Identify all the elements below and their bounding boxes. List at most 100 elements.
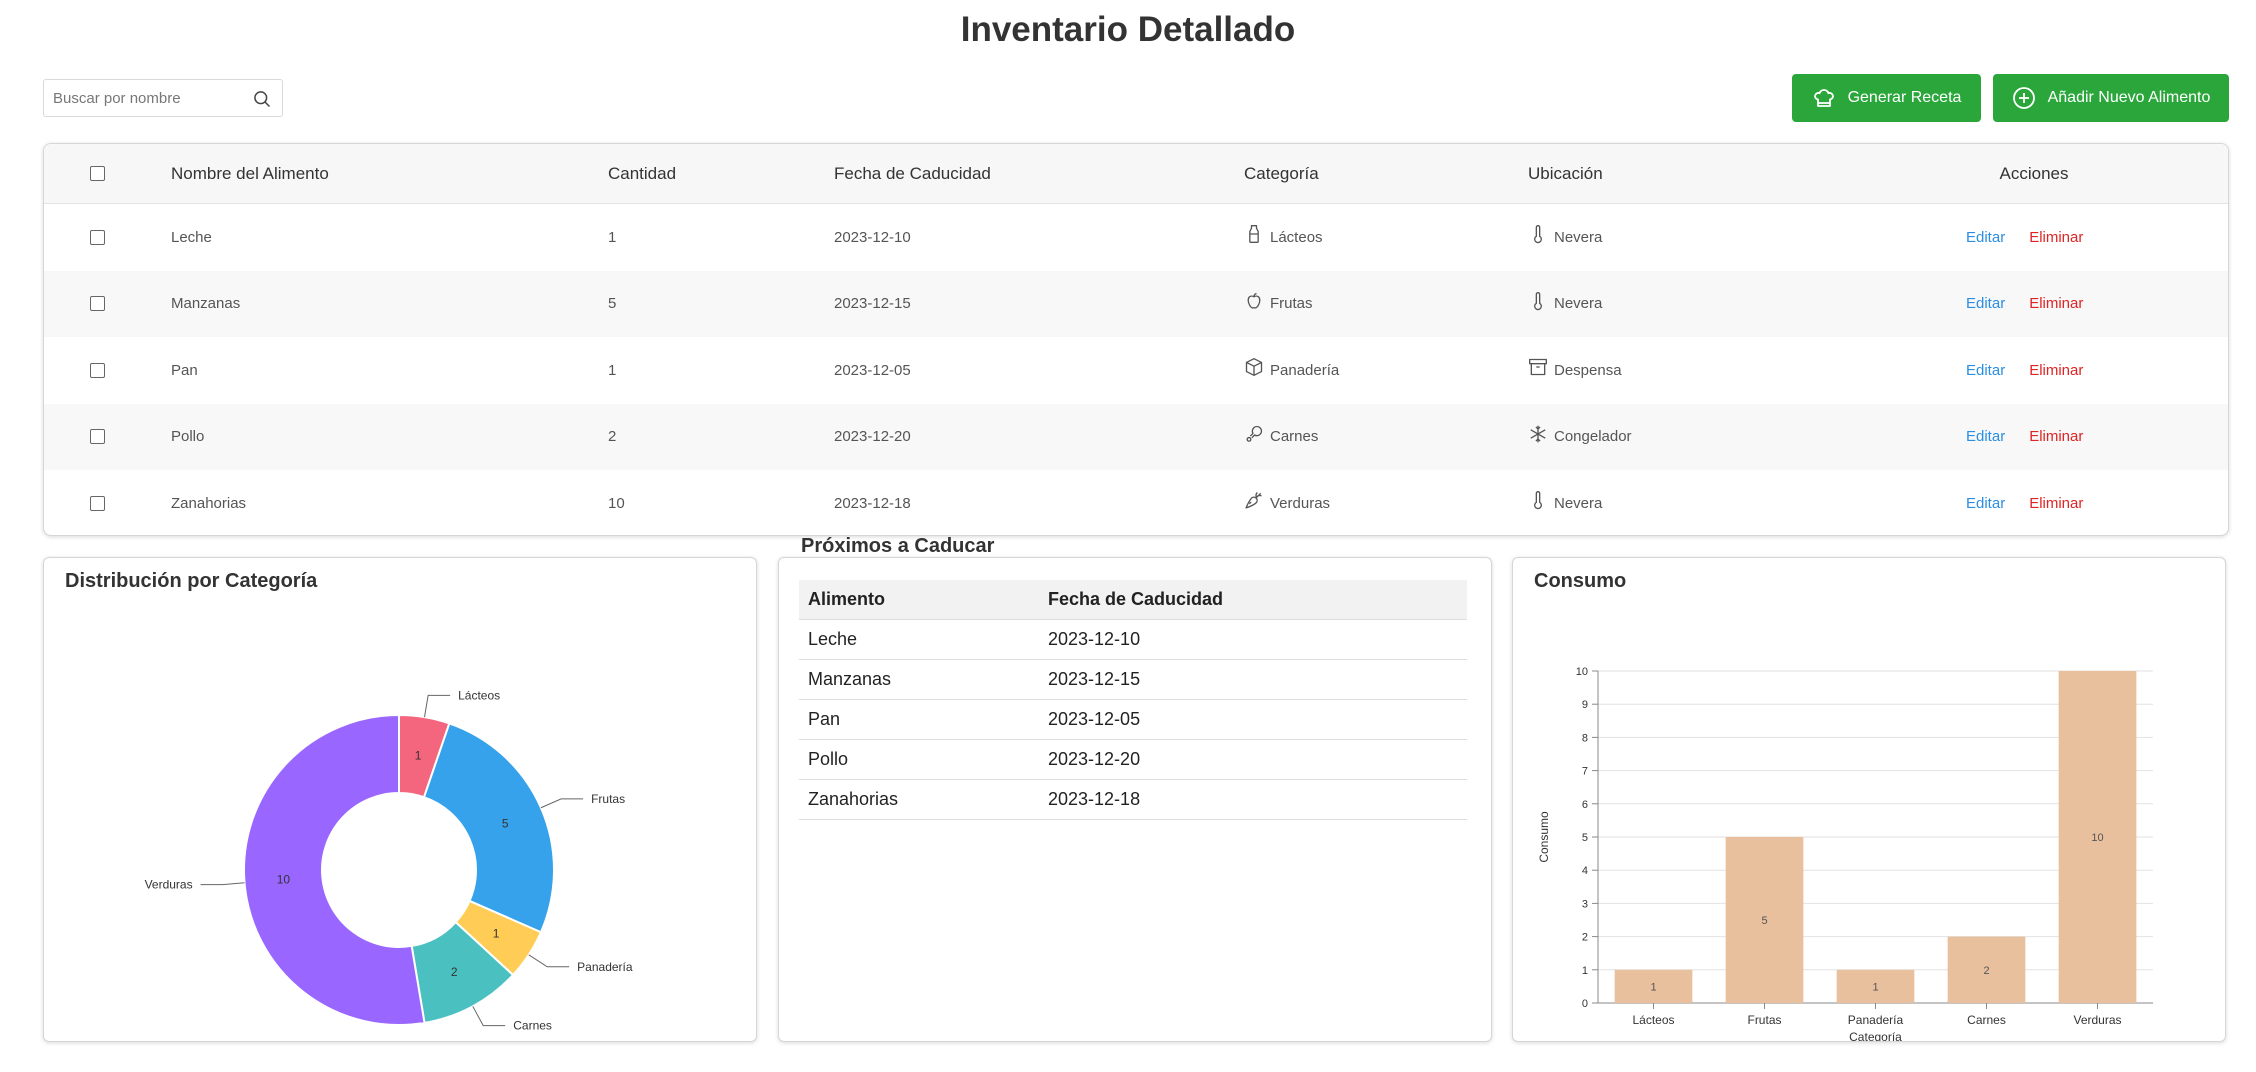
apple-icon — [1247, 292, 1261, 309]
search-icon[interactable] — [252, 89, 272, 109]
donut-slice — [422, 722, 555, 934]
consumption-panel: Consumo 0 1 2 3 4 5 6 7 8 9 10 1 Lácteos 5 Frutas 1 Pana… — [1512, 557, 2226, 1042]
slice-category-label: Lácteos — [458, 688, 500, 702]
food-location-label: Nevera — [1554, 494, 1603, 512]
slice-category-label: Panadería — [577, 960, 633, 974]
header-location[interactable]: Ubicación — [1528, 144, 1603, 203]
header-quantity[interactable]: Cantidad — [608, 144, 676, 203]
food-location-label: Despensa — [1554, 361, 1622, 379]
bar-value-label: 10 — [2091, 832, 2103, 844]
delete-link[interactable]: Eliminar — [2029, 362, 2083, 379]
slice-leader-line — [472, 1006, 506, 1027]
food-quantity: 5 — [608, 295, 617, 313]
delete-link[interactable]: Eliminar — [2029, 495, 2083, 512]
row-checkbox[interactable] — [90, 495, 105, 511]
row-checkbox[interactable] — [90, 296, 105, 312]
food-category: Lácteos — [1244, 204, 1323, 271]
carrot-icon — [1245, 492, 1262, 509]
row-checkbox[interactable] — [90, 362, 105, 378]
generate-recipe-button[interactable]: Generar Receta — [1792, 74, 1981, 122]
edit-link[interactable]: Editar — [1966, 362, 2005, 379]
food-quantity: 2 — [608, 428, 617, 446]
bar-value-label: 1 — [1650, 981, 1656, 993]
bar-value-label: 1 — [1872, 981, 1878, 993]
header-name[interactable]: Nombre del Alimento — [171, 144, 329, 203]
expiring-header-date: Fecha de Caducidad — [1039, 580, 1467, 620]
food-quantity: 10 — [608, 494, 625, 512]
food-category-label: Lácteos — [1270, 228, 1323, 246]
slice-leader-line — [540, 798, 584, 809]
y-tick-label: 0 — [1582, 998, 1588, 1010]
x-axis-label: Categoría — [1849, 1030, 1902, 1041]
slice-value-label: 5 — [502, 816, 509, 830]
edit-link[interactable]: Editar — [1966, 495, 2005, 512]
slice-value-label: 1 — [493, 926, 500, 940]
expiring-row: Pan 2023-12-05 — [799, 699, 1467, 740]
food-location: Nevera — [1528, 204, 1602, 271]
expiring-row: Pollo 2023-12-20 — [799, 739, 1467, 780]
expiring-date: 2023-12-05 — [1039, 699, 1467, 740]
slice-value-label: 1 — [415, 749, 422, 763]
edit-link[interactable]: Editar — [1966, 295, 2005, 312]
row-checkbox-cell — [90, 404, 105, 471]
generate-recipe-label: Generar Receta — [1847, 89, 1962, 106]
x-tick-label: Panadería — [1848, 1013, 1904, 1027]
row-checkbox-cell — [90, 337, 105, 404]
slice-value-label: 2 — [451, 965, 458, 979]
food-category-label: Verduras — [1270, 494, 1331, 512]
edit-link[interactable]: Editar — [1966, 229, 2005, 246]
expiring-food: Pollo — [799, 739, 1039, 780]
edit-link[interactable]: Editar — [1966, 428, 2005, 445]
thermometer-icon — [1534, 491, 1542, 510]
food-name: Leche — [171, 228, 212, 246]
slice-leader-line — [200, 882, 245, 886]
delete-link[interactable]: Eliminar — [2029, 295, 2083, 312]
delete-link[interactable]: Eliminar — [2029, 428, 2083, 445]
thermometer-icon — [1534, 225, 1542, 244]
expiring-date: 2023-12-20 — [1039, 739, 1467, 780]
food-expiry-date: 2023-12-20 — [834, 428, 911, 446]
row-actions: Editar Eliminar — [1966, 204, 2083, 271]
page-title: Inventario Detallado — [960, 10, 1296, 49]
food-name: Pollo — [171, 428, 205, 446]
food-location: Nevera — [1528, 271, 1602, 338]
slice-category-label: Carnes — [513, 1019, 552, 1033]
expiring-header-food: Alimento — [799, 580, 1039, 620]
snowflake-icon — [1530, 425, 1546, 443]
drumstick-icon — [1246, 425, 1263, 442]
consumption-bar-chart: 0 1 2 3 4 5 6 7 8 9 10 1 Lácteos 5 Frutas 1 Panadería 2 Ca… — [1537, 666, 2153, 1041]
row-checkbox-cell — [90, 470, 105, 535]
add-food-button[interactable]: Añadir Nuevo Alimento — [1993, 74, 2229, 122]
food-location-label: Congelador — [1554, 428, 1632, 446]
row-checkbox[interactable] — [90, 429, 105, 445]
row-actions: Editar Eliminar — [1966, 404, 2083, 471]
food-location-label: Nevera — [1554, 295, 1603, 313]
search-input[interactable] — [44, 80, 234, 116]
food-name: Pan — [171, 361, 198, 379]
search-box[interactable] — [43, 79, 283, 117]
food-location: Nevera — [1528, 470, 1603, 535]
food-category: Verduras — [1244, 470, 1331, 535]
y-tick-label: 9 — [1582, 699, 1588, 711]
select-all-checkbox[interactable] — [90, 166, 105, 181]
table-row: Zanahorias 10 2023-12-18 Verduras Nevera… — [44, 470, 2228, 535]
row-checkbox[interactable] — [90, 229, 105, 245]
x-tick-label: Lácteos — [1632, 1013, 1674, 1027]
delete-link[interactable]: Eliminar — [2029, 229, 2083, 246]
y-tick-label: 8 — [1582, 732, 1588, 744]
food-category-label: Frutas — [1270, 295, 1313, 313]
add-food-label: Añadir Nuevo Alimento — [2047, 89, 2211, 106]
archive-icon — [1529, 359, 1547, 376]
expiring-row: Leche 2023-12-10 — [799, 619, 1467, 660]
slice-category-label: Verduras — [145, 878, 193, 892]
expiring-date: 2023-12-10 — [1039, 619, 1467, 660]
header-category[interactable]: Categoría — [1244, 144, 1319, 203]
expiring-date: 2023-12-15 — [1039, 659, 1467, 700]
expiring-title: Próximos a Caducar — [801, 535, 995, 557]
header-expiry-date[interactable]: Fecha de Caducidad — [834, 144, 991, 203]
food-expiry-date: 2023-12-05 — [834, 361, 911, 379]
plus-circle-icon — [2012, 87, 2035, 109]
food-category-label: Panadería — [1270, 361, 1340, 379]
donut-slice — [243, 713, 426, 1026]
food-quantity: 1 — [608, 361, 617, 379]
